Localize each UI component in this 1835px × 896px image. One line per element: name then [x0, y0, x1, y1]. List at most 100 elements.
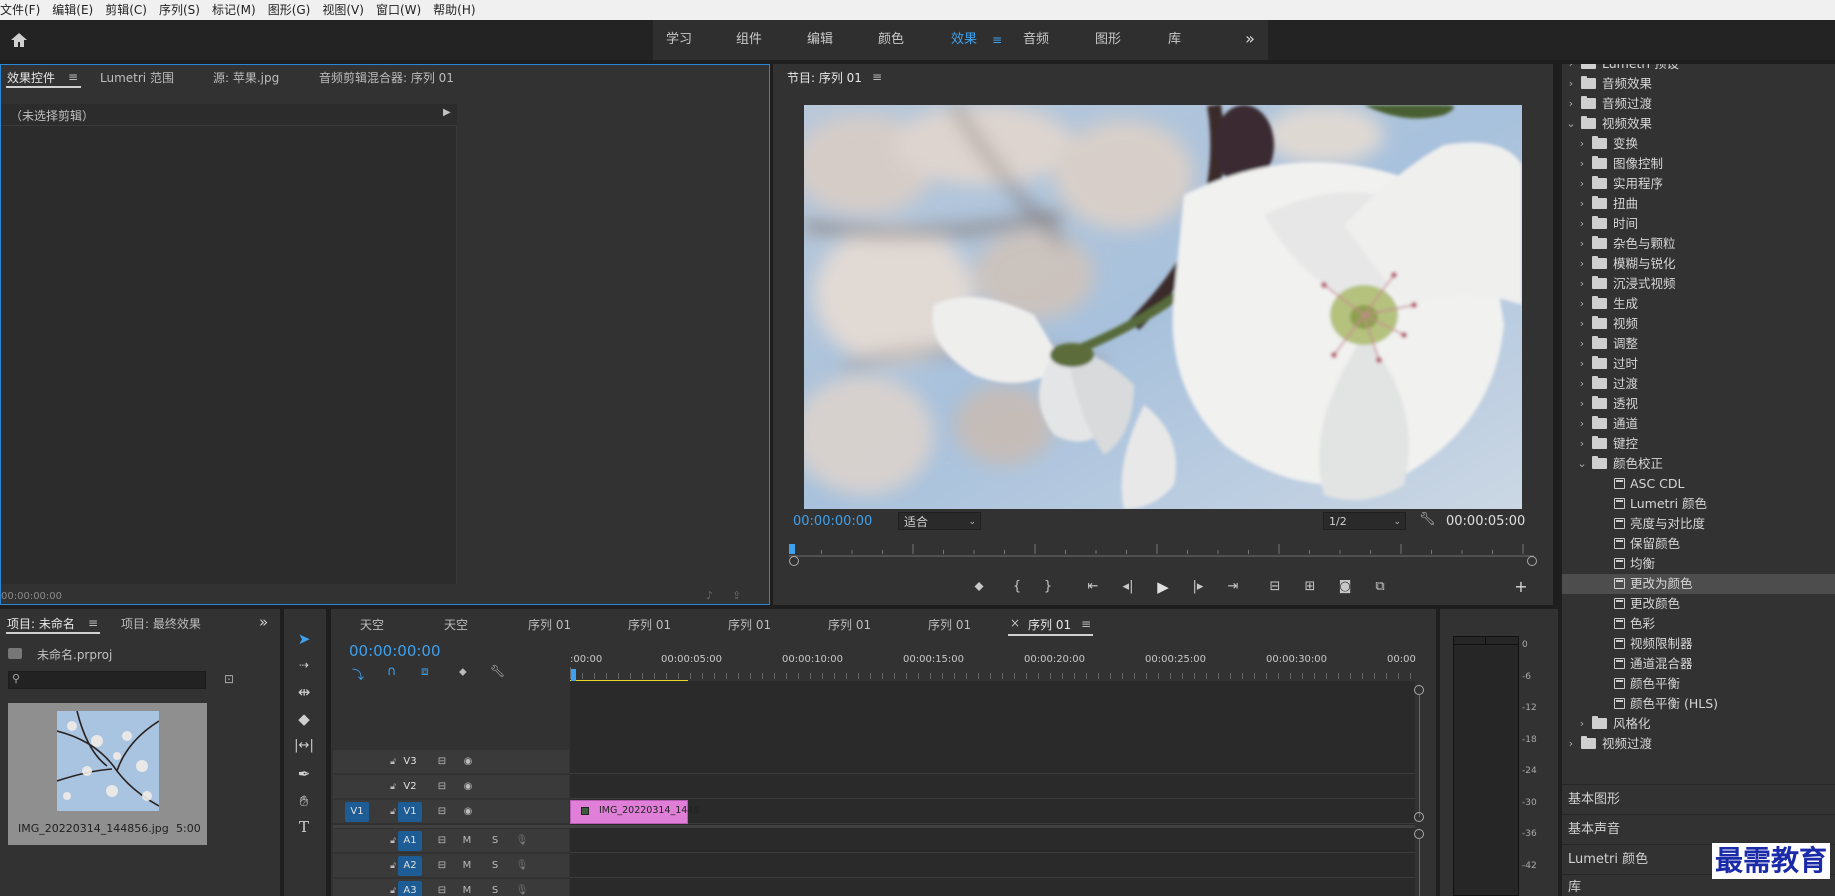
chevron-right-icon[interactable]: › — [1566, 64, 1576, 74]
track-target-a3[interactable]: A3 — [398, 881, 422, 896]
effects-tree-item[interactable]: › 视频过渡 — [1562, 734, 1835, 754]
workspace-menu-icon[interactable]: ≡ — [992, 20, 1002, 60]
chevron-right-icon[interactable]: › — [1577, 274, 1587, 294]
program-monitor-title[interactable]: 节目: 序列 01 — [787, 69, 862, 86]
program-video-frame[interactable] — [804, 105, 1522, 509]
voiceover-record-icon[interactable]: 🎙︎ — [513, 856, 531, 876]
effects-tree-item[interactable]: › 沉浸式视频 — [1562, 274, 1835, 294]
menu-sequence[interactable]: 序列(S) — [159, 0, 206, 20]
effects-tree-item[interactable]: › 时间 — [1562, 214, 1835, 234]
effects-tree-item[interactable]: 亮度与对比度 — [1562, 514, 1835, 534]
track-target-a2[interactable]: A2 — [398, 856, 422, 876]
effects-tree-item[interactable]: › 视频 — [1562, 314, 1835, 334]
workspace-tab-learn[interactable]: 学习 — [666, 20, 692, 60]
hand-tool-icon[interactable]: ✋︎ — [291, 789, 317, 813]
home-button[interactable] — [8, 30, 34, 52]
menu-marker[interactable]: 标记(M) — [212, 0, 262, 20]
effects-tree-item[interactable]: › 键控 — [1562, 434, 1835, 454]
tab-effect-controls[interactable]: 效果控件 — [7, 69, 55, 86]
mute-track-button[interactable]: M — [458, 856, 476, 876]
effects-tree-item[interactable]: › 实用程序 — [1562, 174, 1835, 194]
effects-tree-item[interactable]: › 音频效果 — [1562, 74, 1835, 94]
chevron-right-icon[interactable]: › — [1577, 354, 1587, 374]
solo-track-button[interactable]: S — [486, 856, 504, 876]
chevron-right-icon[interactable]: › — [1577, 374, 1587, 394]
chevron-right-icon[interactable]: › — [1577, 714, 1587, 734]
toggle-sync-lock-icon[interactable]: ⊟ — [433, 752, 451, 772]
timeline-tab[interactable]: 天空 — [360, 616, 384, 633]
chevron-right-icon[interactable]: › — [1577, 434, 1587, 454]
add-marker-icon[interactable]: ⬥ — [459, 665, 467, 679]
program-playhead[interactable] — [789, 544, 795, 554]
timeline-timecode[interactable]: 00:00:00:00 — [349, 642, 441, 660]
effects-tree-item[interactable]: › 变换 — [1562, 134, 1835, 154]
effects-tree-item[interactable]: 色彩 — [1562, 614, 1835, 634]
track-target-v3[interactable]: V3 — [398, 752, 422, 772]
audio-scroll-handle-top[interactable] — [1414, 829, 1424, 839]
resolution-dropdown[interactable]: 1/2 ⌄ — [1323, 512, 1406, 530]
chevron-right-icon[interactable]: › — [1577, 214, 1587, 234]
chevron-right-icon[interactable]: › — [1577, 394, 1587, 414]
mark-in-icon[interactable]: { — [1003, 576, 1031, 598]
toggle-visibility-eye-icon[interactable]: ◉ — [459, 752, 477, 772]
timeline-clip-v1[interactable]: IMG_20220314_1448 — [570, 800, 699, 824]
effects-tree-item[interactable]: ⌄ 颜色校正 — [1562, 454, 1835, 474]
menu-help[interactable]: 帮助(H) — [433, 0, 481, 20]
chevron-down-icon[interactable]: ⌄ — [1566, 114, 1576, 134]
settings-wrench-icon[interactable]: 🔧︎ — [1419, 512, 1436, 527]
toggle-sync-lock-icon[interactable]: ⊟ — [433, 881, 451, 896]
workspace-tab-graphics[interactable]: 图形 — [1095, 20, 1121, 60]
program-menu-icon[interactable]: ≡ — [872, 70, 882, 84]
menu-edit[interactable]: 编辑(E) — [52, 0, 99, 20]
toggle-sync-lock-icon[interactable]: ⊟ — [433, 856, 451, 876]
type-tool-icon[interactable]: T — [291, 815, 317, 839]
panel-menu-icon[interactable]: ≡ — [68, 70, 78, 84]
panel-essential-graphics[interactable]: 基本图形 — [1562, 784, 1835, 814]
workspace-overflow-button[interactable]: » — [1232, 20, 1268, 60]
workspace-tab-effects[interactable]: 效果 — [951, 20, 977, 60]
timeline-menu-icon[interactable]: ≡ — [1081, 617, 1091, 631]
effects-tree-item[interactable]: 颜色平衡 (HLS) — [1562, 694, 1835, 714]
fit-dropdown[interactable]: 适合 ⌄ — [898, 512, 981, 530]
audio-filter-icon[interactable]: ♪ — [706, 589, 713, 602]
go-to-in-icon[interactable]: ⇤ — [1079, 576, 1107, 598]
effects-tree-item[interactable]: › 图像控制 — [1562, 154, 1835, 174]
track-target-v2[interactable]: V2 — [398, 777, 422, 797]
effects-tree-item[interactable]: 更改为颜色 — [1562, 574, 1835, 594]
play-icon[interactable]: ▶ — [1149, 576, 1177, 598]
track-target-a1[interactable]: A1 — [398, 831, 422, 851]
effects-tree-item[interactable]: 保留颜色 — [1562, 534, 1835, 554]
menu-window[interactable]: 窗口(W) — [376, 0, 427, 20]
project-menu-icon[interactable]: ≡ — [88, 616, 98, 630]
menu-file[interactable]: 文件(F) — [0, 0, 46, 20]
chevron-right-icon[interactable]: › — [1577, 254, 1587, 274]
audio-scroll-track[interactable] — [1419, 839, 1420, 896]
workspace-tab-assembly[interactable]: 组件 — [736, 20, 762, 60]
chevron-right-icon[interactable]: › — [1577, 294, 1587, 314]
selection-tool-icon[interactable]: ➤ — [291, 627, 317, 651]
video-scroll-handle-top[interactable] — [1414, 685, 1424, 695]
export-frame-camera-icon[interactable]: ◙ — [1331, 576, 1359, 598]
program-time-ruler[interactable] — [789, 540, 1534, 560]
chevron-right-icon[interactable]: › — [1577, 194, 1587, 214]
effects-tree-item[interactable]: › 过渡 — [1562, 374, 1835, 394]
timeline-tab[interactable]: 序列 01 — [728, 616, 771, 633]
effects-tree-item[interactable]: ⌄ 视频效果 — [1562, 114, 1835, 134]
new-search-bin-icon[interactable]: ⊡ — [224, 672, 234, 686]
timeline-settings-wrench-icon[interactable]: 🔧︎ — [490, 664, 505, 678]
source-patch-v1[interactable]: V1 — [345, 802, 369, 822]
tab-lumetri-scopes[interactable]: Lumetri 范围 — [100, 69, 174, 86]
timeline-tab[interactable]: 序列 01 — [528, 616, 571, 633]
linked-selection-icon[interactable]: ⧈ — [421, 664, 429, 679]
program-current-timecode[interactable]: 00:00:00:00 — [793, 514, 872, 529]
snap-magnet-icon[interactable]: ∩ — [387, 664, 397, 679]
extract-icon[interactable]: ⊞ — [1296, 576, 1324, 598]
close-tab-icon[interactable]: × — [1010, 616, 1020, 630]
video-audio-divider[interactable] — [333, 825, 1415, 828]
effects-tree-item[interactable]: › 风格化 — [1562, 714, 1835, 734]
effects-tree-item[interactable]: Lumetri 颜色 — [1562, 494, 1835, 514]
workspace-tab-audio[interactable]: 音频 — [1023, 20, 1049, 60]
chevron-right-icon[interactable]: › — [1577, 314, 1587, 334]
video-scroll-track[interactable] — [1419, 695, 1420, 817]
button-editor-plus-icon[interactable]: + — [1507, 576, 1535, 598]
